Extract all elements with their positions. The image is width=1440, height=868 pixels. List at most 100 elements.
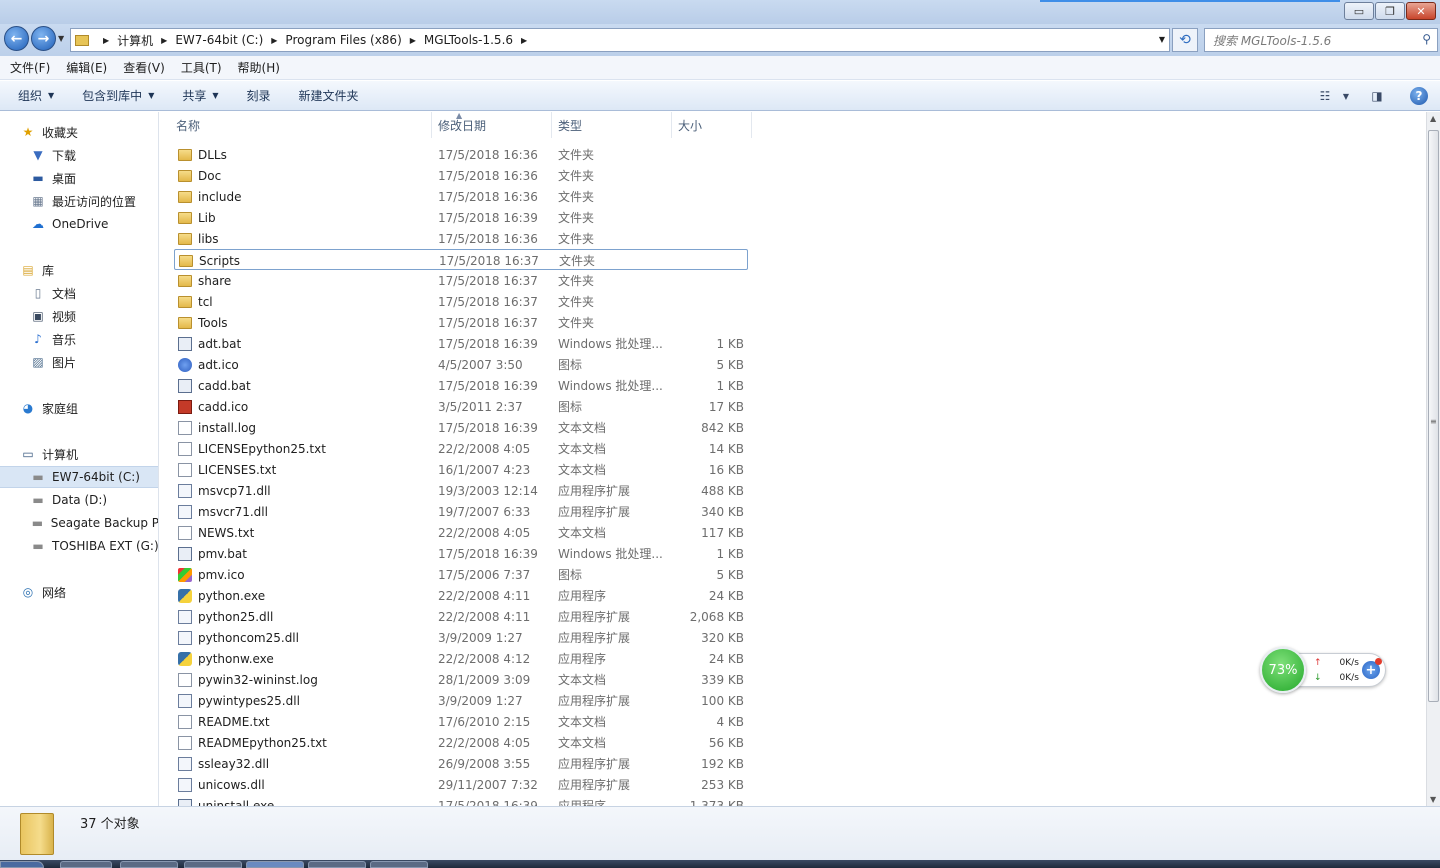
include-library-button[interactable]: 包含到库中 ▼ <box>82 87 154 104</box>
file-name-cell[interactable]: python25.dll <box>178 606 428 627</box>
breadcrumb-separator-icon[interactable]: ▶ <box>161 36 167 45</box>
nav-music[interactable]: ♪ 音乐 <box>0 328 158 350</box>
preview-pane-icon[interactable]: ◨ <box>1362 86 1392 106</box>
view-options-dropdown-icon[interactable]: ▼ <box>1340 86 1352 106</box>
nav-drive-c[interactable]: ▬ EW7-64bit (C:) <box>0 466 158 488</box>
file-name-cell[interactable]: python.exe <box>178 585 428 606</box>
file-row[interactable]: cadd.ico 3/5/2011 2:37 图标 17 KB <box>174 396 748 417</box>
breadcrumb-separator-icon[interactable]: ▶ <box>103 36 109 45</box>
file-row[interactable]: adt.ico 4/5/2007 3:50 图标 5 KB <box>174 354 748 375</box>
file-name-cell[interactable]: pythonw.exe <box>178 648 428 669</box>
file-row[interactable]: ssleay32.dll 26/9/2008 3:55 应用程序扩展 192 KB <box>174 753 748 774</box>
file-name-cell[interactable]: README.txt <box>178 711 428 732</box>
file-row[interactable]: python25.dll 22/2/2008 4:11 应用程序扩展 2,068 KB <box>174 606 748 627</box>
file-row[interactable]: pythoncom25.dll 3/9/2009 1:27 应用程序扩展 320 KB <box>174 627 748 648</box>
file-row[interactable]: adt.bat 17/5/2018 16:39 Windows 批处理... 1 KB <box>174 333 748 354</box>
file-name-cell[interactable]: libs <box>178 228 428 249</box>
new-folder-button[interactable]: 新建文件夹 <box>299 87 359 104</box>
scroll-up-icon[interactable]: ▲ <box>1430 114 1436 123</box>
file-name-cell[interactable]: cadd.bat <box>178 375 428 396</box>
column-size[interactable]: 大小 <box>672 112 752 138</box>
address-dropdown-icon[interactable]: ▼ <box>1159 35 1165 44</box>
file-row[interactable]: include 17/5/2018 16:36 文件夹 <box>174 186 748 207</box>
file-row[interactable]: share 17/5/2018 16:37 文件夹 <box>174 270 748 291</box>
nav-documents[interactable]: ▯ 文档 <box>0 282 158 304</box>
nav-videos[interactable]: ▣ 视频 <box>0 305 158 327</box>
menu-tools[interactable]: 工具(T) <box>181 59 222 76</box>
file-row[interactable]: Doc 17/5/2018 16:36 文件夹 <box>174 165 748 186</box>
usage-gauge[interactable]: 73% <box>1260 647 1306 693</box>
share-button[interactable]: 共享 ▼ <box>182 87 218 104</box>
menu-help[interactable]: 帮助(H) <box>238 59 280 76</box>
nav-libraries[interactable]: ▤ 库 <box>0 259 158 281</box>
file-row[interactable]: READMEpython25.txt 22/2/2008 4:05 文本文档 56 K… <box>174 732 748 753</box>
refresh-button[interactable]: ⟲ <box>1172 28 1198 52</box>
file-name-cell[interactable]: msvcr71.dll <box>178 501 428 522</box>
recent-pages-dropdown-icon[interactable]: ▼ <box>58 34 64 43</box>
organize-button[interactable]: 组织 ▼ <box>18 87 54 104</box>
scroll-down-icon[interactable]: ▼ <box>1430 795 1436 804</box>
back-button[interactable]: ← <box>4 26 29 51</box>
file-name-cell[interactable]: pywintypes25.dll <box>178 690 428 711</box>
file-name-cell[interactable]: pmv.ico <box>178 564 428 585</box>
file-row[interactable]: pywin32-wininst.log 28/1/2009 3:09 文本文档 339… <box>174 669 748 690</box>
vertical-scrollbar[interactable]: ▲ ≡ ▼ <box>1426 112 1440 806</box>
file-name-cell[interactable]: adt.ico <box>178 354 428 375</box>
nav-computer[interactable]: ▭ 计算机 <box>0 443 158 465</box>
file-row[interactable]: python.exe 22/2/2008 4:11 应用程序 24 KB <box>174 585 748 606</box>
file-row[interactable]: NEWS.txt 22/2/2008 4:05 文本文档 117 KB <box>174 522 748 543</box>
file-row[interactable]: pmv.bat 17/5/2018 16:39 Windows 批处理... 1 KB <box>174 543 748 564</box>
breadcrumb-drive-c[interactable]: EW7-64bit (C:) <box>175 33 263 47</box>
column-name[interactable]: 名称 <box>170 112 432 138</box>
file-name-cell[interactable]: LICENSES.txt <box>178 459 428 480</box>
change-view-icon[interactable]: ☷ <box>1310 86 1340 106</box>
help-icon[interactable]: ? <box>1410 87 1428 105</box>
nav-downloads[interactable]: ▼ 下载 <box>0 144 158 166</box>
nav-recent[interactable]: ▦ 最近访问的位置 <box>0 190 158 212</box>
menu-edit[interactable]: 编辑(E) <box>66 59 107 76</box>
file-name-cell[interactable]: DLLs <box>178 144 428 165</box>
file-name-cell[interactable]: Tools <box>178 312 428 333</box>
file-name-cell[interactable]: LICENSEpython25.txt <box>178 438 428 459</box>
file-row[interactable]: LICENSEpython25.txt 22/2/2008 4:05 文本文档 14 … <box>174 438 748 459</box>
search-icon[interactable]: ⚲ <box>1422 32 1431 46</box>
taskbar-item[interactable] <box>120 861 178 868</box>
file-row[interactable]: Lib 17/5/2018 16:39 文件夹 <box>174 207 748 228</box>
file-name-cell[interactable]: ssleay32.dll <box>178 753 428 774</box>
file-row[interactable]: unicows.dll 29/11/2007 7:32 应用程序扩展 253 KB <box>174 774 748 795</box>
breadcrumb-computer[interactable]: 计算机 <box>117 32 153 49</box>
file-name-cell[interactable]: install.log <box>178 417 428 438</box>
nav-pictures[interactable]: ▨ 图片 <box>0 351 158 373</box>
breadcrumb-separator-icon[interactable]: ▶ <box>410 36 416 45</box>
scroll-thumb[interactable]: ≡ <box>1428 130 1439 702</box>
file-name-cell[interactable]: uninstall.exe <box>178 795 428 806</box>
taskbar-item[interactable] <box>370 861 428 868</box>
file-name-cell[interactable]: Lib <box>178 207 428 228</box>
restore-button[interactable]: ❐ <box>1375 2 1405 20</box>
column-date[interactable]: 修改日期 <box>432 112 552 138</box>
file-name-cell[interactable]: unicows.dll <box>178 774 428 795</box>
file-row[interactable]: Scripts 17/5/2018 16:37 文件夹 <box>174 249 748 270</box>
file-name-cell[interactable]: cadd.ico <box>178 396 428 417</box>
nav-favorites[interactable]: ★ 收藏夹 <box>0 121 158 143</box>
search-input[interactable]: 搜索 MGLTools-1.5.6 ⚲ <box>1204 28 1438 52</box>
minimize-button[interactable]: ▭ <box>1344 2 1374 20</box>
nav-network[interactable]: ◎ 网络 <box>0 581 158 603</box>
file-row[interactable]: Tools 17/5/2018 16:37 文件夹 <box>174 312 748 333</box>
file-name-cell[interactable]: Scripts <box>179 250 429 271</box>
taskbar-item[interactable] <box>308 861 366 868</box>
file-row[interactable]: libs 17/5/2018 16:36 文件夹 <box>174 228 748 249</box>
file-name-cell[interactable]: NEWS.txt <box>178 522 428 543</box>
nav-desktop[interactable]: ▬ 桌面 <box>0 167 158 189</box>
nav-drive-seagate[interactable]: ▬ Seagate Backup P <box>0 512 158 534</box>
nav-drive-d[interactable]: ▬ Data (D:) <box>0 489 158 511</box>
file-row[interactable]: install.log 17/5/2018 16:39 文本文档 842 KB <box>174 417 748 438</box>
file-row[interactable]: cadd.bat 17/5/2018 16:39 Windows 批处理... 1 K… <box>174 375 748 396</box>
close-button[interactable]: ✕ <box>1406 2 1436 20</box>
file-row[interactable]: msvcr71.dll 19/7/2007 6:33 应用程序扩展 340 KB <box>174 501 748 522</box>
file-row[interactable]: tcl 17/5/2018 16:37 文件夹 <box>174 291 748 312</box>
forward-button[interactable]: → <box>31 26 56 51</box>
file-name-cell[interactable]: adt.bat <box>178 333 428 354</box>
file-name-cell[interactable]: Doc <box>178 165 428 186</box>
file-row[interactable]: pmv.ico 17/5/2006 7:37 图标 5 KB <box>174 564 748 585</box>
